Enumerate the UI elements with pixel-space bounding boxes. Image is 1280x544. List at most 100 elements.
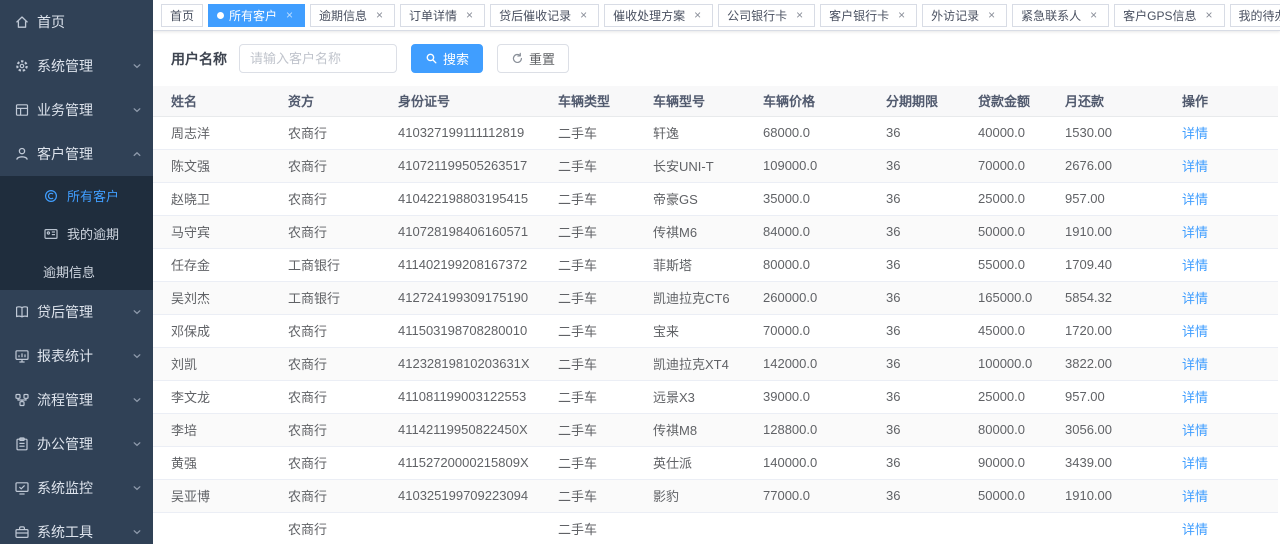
tab-label: 我的待办	[1239, 7, 1280, 24]
sidebar-item-process-mgmt[interactable]: 流程管理	[0, 378, 153, 422]
detail-link[interactable]: 详情	[1182, 159, 1208, 174]
detail-link[interactable]: 详情	[1182, 423, 1208, 438]
cell-loan: 80000.0	[960, 413, 1047, 446]
close-icon[interactable]: ×	[793, 9, 806, 22]
tab-collection-plan[interactable]: 催收处理方案×	[604, 4, 713, 27]
cell-id: 41232819810203631X	[380, 347, 540, 380]
tab-overdue-info[interactable]: 逾期信息×	[310, 4, 395, 27]
sidebar-item-system-tools[interactable]: 系统工具	[0, 510, 153, 544]
close-icon[interactable]: ×	[1087, 9, 1100, 22]
tab-customer-bank-card[interactable]: 客户银行卡×	[820, 4, 917, 27]
cell-action: 详情	[1162, 215, 1278, 248]
cell-term: 36	[868, 248, 960, 281]
cell-price: 77000.0	[745, 479, 868, 512]
cell-loan: 50000.0	[960, 215, 1047, 248]
reset-button[interactable]: 重置	[497, 44, 569, 73]
tab-home[interactable]: 首页	[161, 4, 203, 27]
sidebar-item-report-stats[interactable]: 报表统计	[0, 334, 153, 378]
cell-loan: 25000.0	[960, 182, 1047, 215]
detail-link[interactable]: 详情	[1182, 489, 1208, 504]
close-icon[interactable]: ×	[895, 9, 908, 22]
cell-name	[153, 512, 270, 544]
detail-link[interactable]: 详情	[1182, 324, 1208, 339]
search-button[interactable]: 搜索	[411, 44, 483, 73]
sidebar-item-home[interactable]: 首页	[0, 0, 153, 44]
sidebar-item-business-mgmt[interactable]: 业务管理	[0, 88, 153, 132]
column-header: 姓名	[153, 86, 270, 116]
tab-label: 所有客户	[229, 7, 277, 24]
detail-link[interactable]: 详情	[1182, 291, 1208, 306]
tab-label: 外访记录	[931, 7, 979, 24]
detail-link[interactable]: 详情	[1182, 192, 1208, 207]
detail-link[interactable]: 详情	[1182, 522, 1208, 537]
close-icon[interactable]: ×	[1203, 9, 1216, 22]
sidebar-subitem-all-customers[interactable]: 所有客户	[0, 176, 153, 214]
sidebar-item-system-mgmt[interactable]: 系统管理	[0, 44, 153, 88]
cell-type: 二手车	[540, 116, 635, 149]
cell-action: 详情	[1162, 446, 1278, 479]
detail-link[interactable]: 详情	[1182, 357, 1208, 372]
cell-id: 41152720000215809X	[380, 446, 540, 479]
detail-link[interactable]: 详情	[1182, 390, 1208, 405]
detail-link[interactable]: 详情	[1182, 456, 1208, 471]
cell-action: 详情	[1162, 314, 1278, 347]
detail-link[interactable]: 详情	[1182, 126, 1208, 141]
column-header: 分期期限	[868, 86, 960, 116]
cell-model: 帝豪GS	[635, 182, 745, 215]
close-icon[interactable]: ×	[373, 9, 386, 22]
detail-link[interactable]: 详情	[1182, 258, 1208, 273]
close-icon[interactable]: ×	[577, 9, 590, 22]
sidebar-subitem-my-overdue[interactable]: 我的逾期	[0, 214, 153, 252]
column-header: 身份证号	[380, 86, 540, 116]
sidebar-item-system-monitor[interactable]: 系统监控	[0, 466, 153, 510]
tab-emergency-contacts[interactable]: 紧急联系人×	[1012, 4, 1109, 27]
tab-visit-records[interactable]: 外访记录 ×	[922, 4, 1007, 27]
cell-model: 长安UNI-T	[635, 149, 745, 182]
sidebar-item-customer-mgmt[interactable]: 客户管理	[0, 132, 153, 176]
close-icon[interactable]: ×	[691, 9, 704, 22]
cell-model: 凯迪拉克XT4	[635, 347, 745, 380]
cell-term: 36	[868, 215, 960, 248]
tab-company-bank-card[interactable]: 公司银行卡×	[718, 4, 815, 27]
cell-type: 二手车	[540, 446, 635, 479]
clipboard-icon	[14, 436, 30, 452]
search-button-label: 搜索	[443, 49, 469, 68]
tab-customer-gps-info[interactable]: 客户GPS信息×	[1114, 4, 1224, 27]
submenu-customer-mgmt: 所有客户我的逾期逾期信息	[0, 176, 153, 290]
cell-term: 36	[868, 149, 960, 182]
tab-all-customers[interactable]: 所有客户 ×	[208, 4, 305, 27]
report-icon	[14, 348, 30, 364]
cell-price: 68000.0	[745, 116, 868, 149]
cell-term	[868, 512, 960, 544]
toolbox-icon	[14, 524, 30, 540]
cell-term: 36	[868, 347, 960, 380]
cell-action: 详情	[1162, 248, 1278, 281]
cell-action: 详情	[1162, 149, 1278, 182]
sidebar-item-office-mgmt[interactable]: 办公管理	[0, 422, 153, 466]
cell-id: 410721199505263517	[380, 149, 540, 182]
close-icon[interactable]: ×	[463, 9, 476, 22]
search-input[interactable]	[239, 44, 397, 73]
sidebar-subitem-label: 我的逾期	[67, 224, 153, 243]
search-icon	[425, 52, 438, 65]
sidebar-item-post-loan-mgmt[interactable]: 贷后管理	[0, 290, 153, 334]
cell-model: 传祺M6	[635, 215, 745, 248]
cell-id: 411402199208167372	[380, 248, 540, 281]
close-icon[interactable]: ×	[283, 9, 296, 22]
cell-loan: 45000.0	[960, 314, 1047, 347]
table-row: 马守宾农商行410728198406160571二手车传祺M684000.036…	[153, 215, 1278, 248]
cell-model: 凯迪拉克CT6	[635, 281, 745, 314]
table-row: 农商行二手车详情	[153, 512, 1278, 544]
sidebar-item-label: 报表统计	[37, 346, 131, 366]
tab-collection-records[interactable]: 贷后催收记录×	[490, 4, 599, 27]
tab-my-todo[interactable]: 我的待办×	[1230, 4, 1280, 27]
table-row: 李培农商行41142119950822450X二手车传祺M8128800.036…	[153, 413, 1278, 446]
cell-funder: 农商行	[270, 182, 380, 215]
tab-order-details[interactable]: 订单详情×	[400, 4, 485, 27]
sidebar-item-label: 系统工具	[37, 522, 131, 542]
refresh-icon	[511, 52, 524, 65]
sidebar-subitem-overdue-info[interactable]: 逾期信息	[0, 252, 153, 290]
detail-link[interactable]: 详情	[1182, 225, 1208, 240]
cell-id: 411081199003122553	[380, 380, 540, 413]
close-icon[interactable]: ×	[985, 9, 998, 22]
